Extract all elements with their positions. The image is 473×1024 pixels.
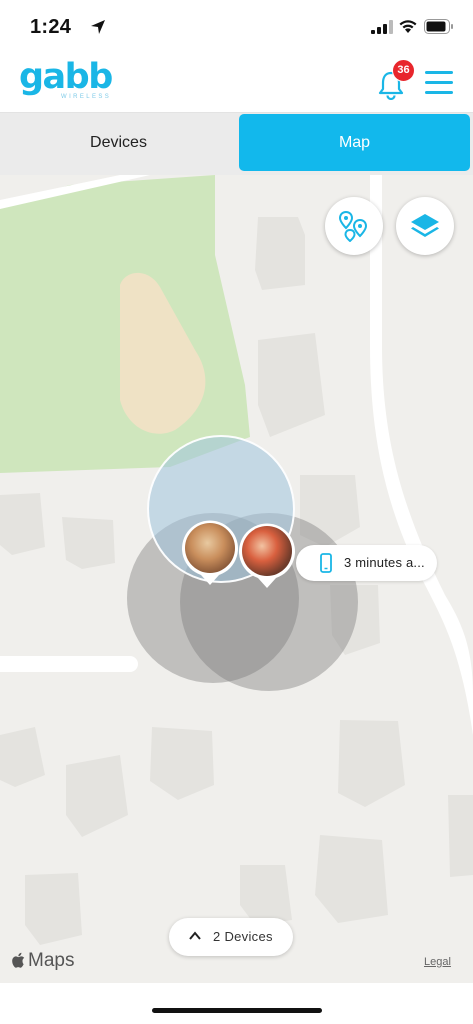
bottom-safe-area: [0, 983, 473, 1024]
gabb-logo: gabb WIRELESS: [19, 60, 119, 106]
status-bar: 1:24: [0, 0, 473, 58]
multi-pin-icon: [338, 210, 368, 242]
app-header: gabb WIRELESS 36: [0, 58, 473, 113]
road-left: [0, 656, 138, 672]
hamburger-menu-icon[interactable]: [425, 71, 453, 97]
maps-attribution-text: Maps: [28, 950, 75, 971]
status-time: 1:24: [30, 16, 72, 38]
devices-drawer-button[interactable]: 2 Devices: [169, 918, 293, 956]
home-indicator[interactable]: [152, 1008, 322, 1013]
device-marker-avatar[interactable]: [181, 519, 239, 585]
battery-icon: [424, 19, 453, 34]
notification-badge: 36: [392, 59, 415, 82]
road-right: [370, 175, 473, 735]
tab-devices[interactable]: Devices: [0, 114, 237, 172]
devices-count-label: 2 Devices: [213, 929, 273, 944]
layers-icon: [411, 214, 439, 237]
logo-subtext: WIRELESS: [61, 94, 112, 100]
legal-link[interactable]: Legal: [424, 956, 451, 968]
cellular-signal-icon: [371, 20, 393, 34]
location-arrow-icon: [91, 20, 105, 34]
wifi-icon: [399, 20, 417, 33]
map-layers-button[interactable]: [396, 197, 454, 255]
multi-pin-button[interactable]: [325, 197, 383, 255]
segmented-tabs: Devices Map: [0, 113, 473, 175]
last-seen-text: 3 minutes a...: [344, 555, 425, 570]
phone-icon: [320, 553, 332, 573]
tab-map[interactable]: Map: [239, 114, 470, 171]
logo-wordmark: gabb: [19, 57, 113, 97]
chevron-up-icon: [189, 931, 201, 940]
map-view[interactable]: 3 minutes a... 2 Devices Maps Legal: [0, 175, 473, 983]
apple-logo-icon: [12, 952, 25, 968]
last-seen-callout[interactable]: 3 minutes a...: [296, 545, 437, 581]
device-marker-avatar[interactable]: [238, 522, 296, 588]
